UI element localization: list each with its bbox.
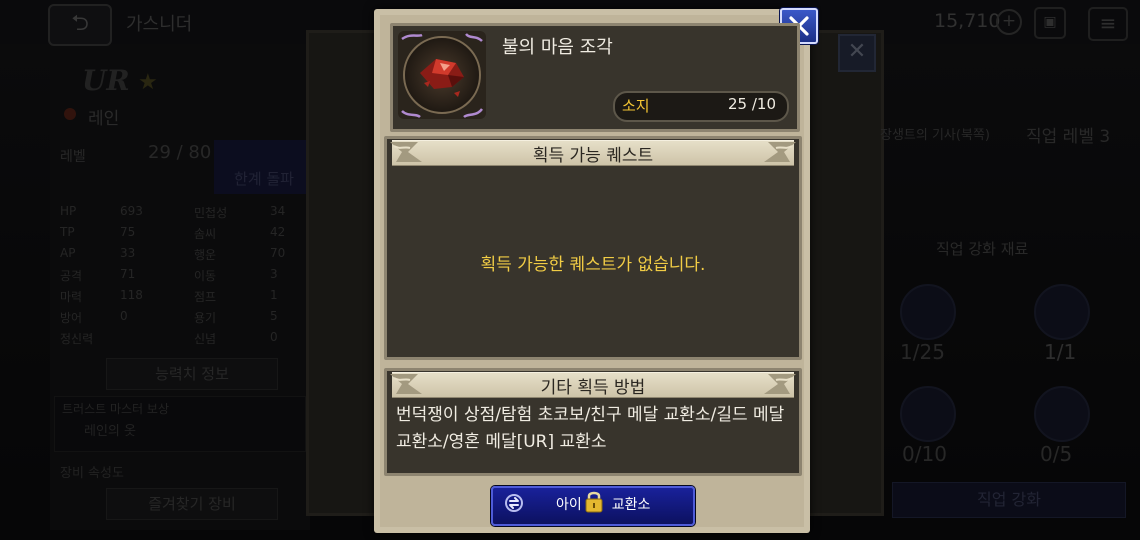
stat-label: 행운 xyxy=(194,248,217,262)
level-value: 29 / 80 xyxy=(148,142,212,163)
back-icon: ⮌ xyxy=(71,11,89,36)
material-count: 1/25 xyxy=(900,340,945,364)
stat-value: 1 xyxy=(270,288,278,302)
top-title: 가스니더 xyxy=(126,14,193,35)
exchange-button-label-right: 교환소 xyxy=(611,497,651,513)
stat-value: 33 xyxy=(120,246,136,260)
stat-value: 0 xyxy=(120,309,128,323)
item-name: 불의 마음 조각 xyxy=(502,37,613,58)
stat-value: 70 xyxy=(270,246,286,260)
add-currency-button[interactable]: + xyxy=(996,9,1022,35)
owned-label: 소지 xyxy=(622,97,650,115)
gift-icon: ▣ xyxy=(1043,14,1057,30)
stat-row: TP 75 솜씨 42 xyxy=(54,225,304,246)
fire-crystal-icon xyxy=(398,31,486,119)
exchange-button-label-left: 아이 xyxy=(556,497,582,513)
owned-value: 25 /10 xyxy=(728,95,776,113)
background-close-button[interactable]: ✕ xyxy=(838,34,876,72)
job-name: 장생트의 기사(북쪽) xyxy=(880,128,990,143)
lock-icon xyxy=(585,491,603,513)
stat-label: 솜씨 xyxy=(194,227,217,241)
favorite-equip-button[interactable]: 즐겨찾기 장비 xyxy=(106,488,278,520)
quest-section-title: 획득 가능 퀘스트 xyxy=(532,146,654,166)
stat-row: 공격 71 이동 3 xyxy=(54,267,304,288)
material-slot[interactable] xyxy=(900,386,956,442)
ability-info-button[interactable]: 능력치 정보 xyxy=(106,358,278,390)
stat-label: 용기 xyxy=(194,311,217,325)
character-name: 레인 xyxy=(88,109,120,129)
plus-icon: + xyxy=(1001,11,1017,31)
material-slot[interactable] xyxy=(1034,386,1090,442)
stat-label: 마력 xyxy=(60,290,83,304)
stat-row: 정신력 신념 0 xyxy=(54,330,304,351)
job-enhance-button[interactable]: 직업 강화 xyxy=(892,482,1126,518)
stat-label: 공격 xyxy=(60,269,83,283)
stat-label: 방어 xyxy=(60,311,83,325)
material-count: 0/5 xyxy=(1040,442,1073,466)
menu-icon: ≡ xyxy=(1099,11,1117,35)
other-methods-title: 기타 획득 방법 xyxy=(540,378,646,398)
gift-button[interactable]: ▣ xyxy=(1034,7,1066,39)
stat-value: 693 xyxy=(120,204,143,218)
rank-badge: UR xyxy=(82,64,130,97)
stat-row: HP 693 민첩성 34 xyxy=(54,204,304,225)
stat-value: 71 xyxy=(120,267,136,281)
material-slot[interactable] xyxy=(1034,284,1090,340)
currency-amount: 15,710 xyxy=(934,10,1001,32)
job-level: 직업 레벨 3 xyxy=(1026,127,1111,147)
stat-value: 0 xyxy=(270,330,278,344)
stat-label: 점프 xyxy=(194,290,217,304)
stats-grid: HP 693 민첩성 34 TP 75 솜씨 42 AP 33 행운 70 공격 71 이동 3 마력 118 점프… xyxy=(54,204,304,351)
stat-label: TP xyxy=(60,225,75,239)
stat-label: HP xyxy=(60,204,77,218)
stat-label: 정신력 xyxy=(60,332,94,346)
material-count: 0/10 xyxy=(902,442,947,466)
stat-value: 5 xyxy=(270,309,278,323)
stat-value: 42 xyxy=(270,225,286,239)
level-label: 레벨 xyxy=(60,149,86,165)
exchange-icon xyxy=(505,494,523,512)
close-icon: ✕ xyxy=(847,39,867,64)
stat-value: 118 xyxy=(120,288,143,302)
star-icon: ★ xyxy=(138,70,158,95)
other-methods-text: 번덕쟁이 상점/탐험 초코보/친구 메달 교환소/길드 메달 교환소/영혼 메달… xyxy=(396,405,785,452)
menu-button[interactable]: ≡ xyxy=(1088,7,1128,41)
stat-label: 신념 xyxy=(194,332,217,346)
stat-label: 민첩성 xyxy=(194,206,228,220)
material-count: 1/1 xyxy=(1044,340,1077,364)
stat-value: 34 xyxy=(270,204,286,218)
element-icon xyxy=(64,108,76,120)
stat-value: 3 xyxy=(270,267,278,281)
quest-empty-message: 획득 가능한 퀘스트가 없습니다. xyxy=(480,255,706,275)
stat-row: 마력 118 점프 1 xyxy=(54,288,304,309)
equip-set-label: 장비 속성도 xyxy=(60,466,124,481)
quest-section xyxy=(384,136,802,360)
trust-master-reward: 레인의 옷 xyxy=(84,424,136,439)
back-button[interactable]: ⮌ xyxy=(48,4,112,46)
stat-label: 이동 xyxy=(194,269,217,283)
stat-value: 75 xyxy=(120,225,136,239)
trust-master-title: 트러스트 마스터 보상 xyxy=(62,402,169,416)
limit-break-button[interactable]: 한계 돌파 xyxy=(214,140,314,194)
stat-row: 방어 0 용기 5 xyxy=(54,309,304,330)
stat-label: AP xyxy=(60,246,76,260)
material-slot[interactable] xyxy=(900,284,956,340)
stat-row: AP 33 행운 70 xyxy=(54,246,304,267)
job-materials-title: 직업 강화 재료 xyxy=(936,240,1029,258)
